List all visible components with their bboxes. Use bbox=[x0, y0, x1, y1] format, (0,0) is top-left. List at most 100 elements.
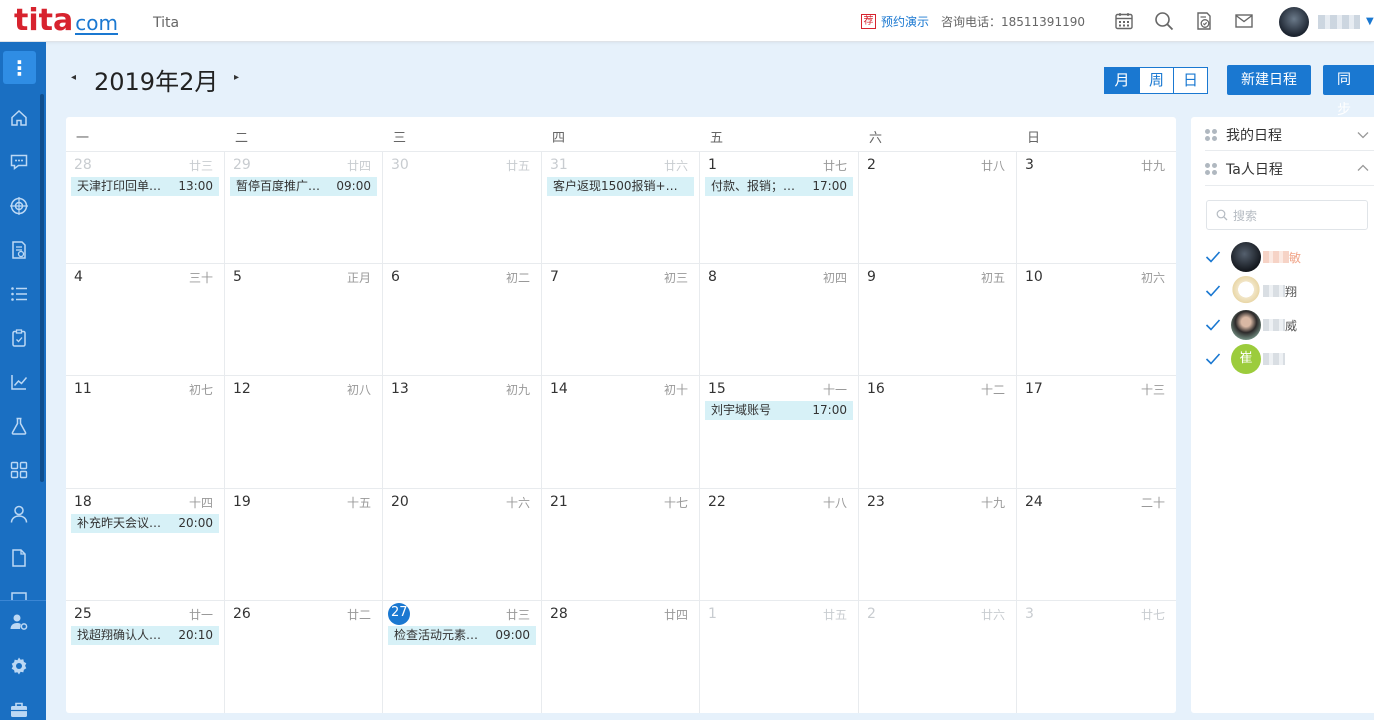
flask-icon[interactable] bbox=[9, 416, 29, 436]
home-icon[interactable] bbox=[9, 108, 29, 128]
new-schedule-button[interactable]: 新建日程 bbox=[1227, 65, 1311, 95]
schedule-event[interactable]: 天津打印回单，… 13:00 bbox=[71, 177, 219, 196]
gear-icon[interactable] bbox=[9, 656, 29, 676]
calendar-day[interactable]: 29 廿四 暂停百度推广和… 09:00 bbox=[225, 152, 383, 264]
person-icon[interactable] bbox=[9, 504, 29, 524]
calendar-day[interactable]: 1 廿五 bbox=[700, 601, 859, 713]
next-month-button[interactable]: ▸ bbox=[234, 72, 239, 83]
person-filter-item[interactable]: 翔 bbox=[1205, 276, 1297, 306]
schedule-event[interactable]: 刘宇域账号 17:00 bbox=[705, 401, 853, 420]
checkmark-icon[interactable] bbox=[1205, 284, 1221, 298]
calendar-day[interactable]: 1 廿七 付款、报销；暂… 17:00 bbox=[700, 152, 859, 264]
clipboard-icon[interactable] bbox=[9, 328, 29, 348]
calendar-day[interactable]: 21 十七 bbox=[542, 489, 700, 601]
day-number: 21 bbox=[550, 494, 568, 510]
calendar-day[interactable]: 9 初五 bbox=[859, 264, 1017, 376]
schedule-event[interactable]: 补充昨天会议日… 20:00 bbox=[71, 514, 219, 533]
calendar-day-today[interactable]: 27 廿三 检查活动元素下… 09:00 bbox=[383, 601, 542, 713]
chat-icon[interactable] bbox=[9, 152, 29, 172]
day-number: 15 bbox=[708, 381, 726, 397]
user-avatar[interactable] bbox=[1279, 7, 1309, 37]
calendar-day[interactable]: 19 十五 bbox=[225, 489, 383, 601]
weekday-label: 三 bbox=[393, 131, 407, 146]
calendar-day[interactable]: 18 十四 补充昨天会议日… 20:00 bbox=[66, 489, 225, 601]
schedule-event[interactable]: 检查活动元素下… 09:00 bbox=[388, 626, 536, 645]
report-icon[interactable] bbox=[9, 240, 29, 260]
calendar-day[interactable]: 2 廿六 bbox=[859, 601, 1017, 713]
day-number: 3 bbox=[1025, 157, 1034, 173]
calendar-day[interactable]: 8 初四 bbox=[700, 264, 859, 376]
calendar-icon[interactable] bbox=[1114, 11, 1134, 31]
event-time: 09:00 bbox=[495, 628, 530, 642]
target-icon[interactable] bbox=[9, 196, 29, 216]
day-number: 14 bbox=[550, 381, 568, 397]
calendar-day[interactable]: 4 三十 bbox=[66, 264, 225, 376]
lunar-date: 初五 bbox=[980, 271, 1005, 285]
user-name-blurred[interactable] bbox=[1318, 15, 1360, 29]
sync-button[interactable]: 同步 bbox=[1323, 65, 1374, 118]
calendar-day[interactable]: 3 廿九 bbox=[1017, 152, 1176, 264]
book-demo-link[interactable]: 荐 预约演示 bbox=[861, 13, 929, 30]
people-search-input[interactable]: 搜索 bbox=[1206, 200, 1368, 230]
user-menu-caret-icon[interactable]: ▼ bbox=[1366, 16, 1374, 27]
calendar-day[interactable]: 14 初十 bbox=[542, 376, 700, 489]
person-filter-item[interactable]: 敏 bbox=[1205, 242, 1301, 272]
calendar-day[interactable]: 7 初三 bbox=[542, 264, 700, 376]
calendar-day[interactable]: 20 十六 bbox=[383, 489, 542, 601]
view-week-button[interactable]: 周 bbox=[1139, 68, 1173, 93]
note-icon[interactable] bbox=[9, 590, 29, 600]
calendar-day[interactable]: 10 初六 bbox=[1017, 264, 1176, 376]
my-schedule-toggle[interactable]: 我的日程 bbox=[1205, 125, 1282, 145]
calendar-day[interactable]: 24 二十 bbox=[1017, 489, 1176, 601]
schedule-event[interactable]: 付款、报销；暂… 17:00 bbox=[705, 177, 853, 196]
checkmark-icon[interactable] bbox=[1205, 352, 1221, 366]
search-icon[interactable] bbox=[1154, 11, 1174, 31]
calendar-day[interactable]: 23 十九 bbox=[859, 489, 1017, 601]
calendar-day[interactable]: 15 十一 刘宇域账号 17:00 bbox=[700, 376, 859, 489]
document-icon[interactable] bbox=[9, 548, 29, 568]
lunar-date: 廿九 bbox=[1140, 159, 1165, 173]
calendar-day[interactable]: 6 初二 bbox=[383, 264, 542, 376]
others-schedule-toggle[interactable]: Ta人日程 bbox=[1205, 159, 1283, 179]
lunar-date: 正月 bbox=[346, 271, 371, 285]
calendar-day[interactable]: 13 初九 bbox=[383, 376, 542, 489]
calendar-day[interactable]: 31 廿六 客户返现1500报销+微… bbox=[542, 152, 700, 264]
user-settings-icon[interactable] bbox=[9, 612, 29, 632]
approval-icon[interactable] bbox=[1194, 11, 1214, 31]
calendar-day[interactable]: 11 初七 bbox=[66, 376, 225, 489]
calendar-day[interactable]: 3 廿七 bbox=[1017, 601, 1176, 713]
calendar-day[interactable]: 5 正月 bbox=[225, 264, 383, 376]
calendar-day[interactable]: 25 廿一 找超翔确认人员… 20:10 bbox=[66, 601, 225, 713]
calendar-day[interactable]: 12 初八 bbox=[225, 376, 383, 489]
mail-icon[interactable] bbox=[1234, 11, 1254, 31]
sidebar-scrollbar[interactable] bbox=[40, 94, 44, 482]
view-month-button[interactable]: 月 bbox=[1105, 68, 1139, 93]
view-day-button[interactable]: 日 bbox=[1173, 68, 1207, 93]
task-list-icon[interactable] bbox=[9, 284, 29, 304]
calendar-day[interactable]: 26 廿二 bbox=[225, 601, 383, 713]
schedule-event[interactable]: 暂停百度推广和… 09:00 bbox=[230, 177, 377, 196]
chevron-down-icon[interactable] bbox=[1357, 129, 1369, 141]
calendar-day[interactable]: 28 廿三 天津打印回单，… 13:00 bbox=[66, 152, 225, 264]
apps-grid-icon[interactable] bbox=[9, 460, 29, 480]
person-filter-item[interactable]: 崔 bbox=[1205, 344, 1285, 374]
calendar-day[interactable]: 28 廿四 bbox=[542, 601, 700, 713]
schedule-event[interactable]: 找超翔确认人员… 20:10 bbox=[71, 626, 219, 645]
calendar-day[interactable]: 16 十二 bbox=[859, 376, 1017, 489]
calendar-day[interactable]: 22 十八 bbox=[700, 489, 859, 601]
chevron-up-icon[interactable] bbox=[1357, 162, 1369, 174]
trend-chart-icon[interactable] bbox=[9, 372, 29, 392]
calendar-day[interactable]: 2 廿八 bbox=[859, 152, 1017, 264]
more-menu-button[interactable]: ⋮ bbox=[3, 51, 36, 84]
briefcase-icon[interactable] bbox=[9, 700, 29, 720]
calendar-day[interactable]: 17 十三 bbox=[1017, 376, 1176, 489]
lunar-date: 初二 bbox=[505, 271, 530, 285]
prev-month-button[interactable]: ◂ bbox=[71, 72, 76, 83]
person-filter-item[interactable]: 威 bbox=[1205, 310, 1297, 340]
tita-logo[interactable]: tita com bbox=[14, 4, 118, 38]
checkmark-icon[interactable] bbox=[1205, 318, 1221, 332]
lunar-date: 廿八 bbox=[980, 159, 1005, 173]
checkmark-icon[interactable] bbox=[1205, 250, 1221, 264]
schedule-event[interactable]: 客户返现1500报销+微… bbox=[547, 177, 694, 196]
calendar-day[interactable]: 30 廿五 bbox=[383, 152, 542, 264]
